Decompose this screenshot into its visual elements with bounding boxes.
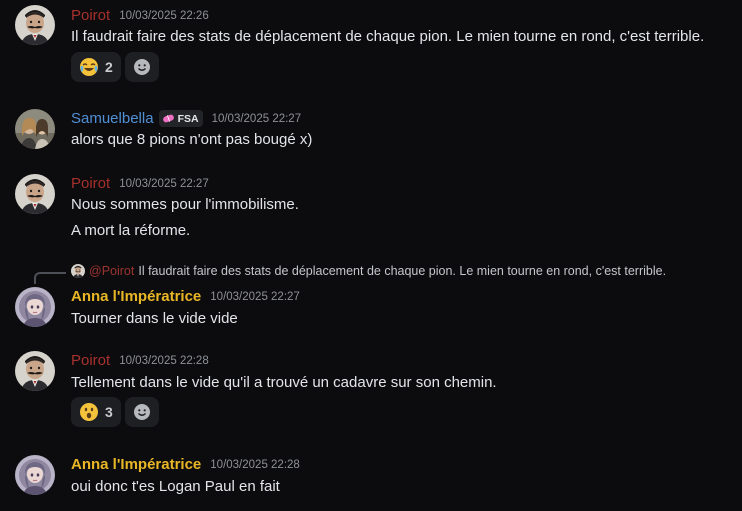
reply-text: Il faudrait faire des stats de déplaceme… (138, 264, 667, 278)
poirot-mini-avatar-icon (71, 264, 85, 278)
message-text: oui donc t'es Logan Paul en fait (71, 478, 280, 495)
author-name[interactable]: Anna l'Impératrice (71, 288, 201, 305)
reply-preview[interactable]: @Poirot Il faudrait faire des stats de d… (71, 264, 666, 278)
timestamp: 10/03/2025 22:27 (211, 112, 302, 125)
reaction-count: 3 (105, 404, 113, 420)
author-name[interactable]: Poirot (71, 352, 110, 369)
avatar[interactable] (15, 351, 55, 391)
message-text: Tellement dans le vide qu'il a trouvé un… (71, 374, 497, 391)
pill-icon (162, 114, 174, 123)
message-text: Il faudrait faire des stats de déplaceme… (71, 28, 705, 45)
poirot-avatar-icon (15, 5, 55, 45)
avatar[interactable] (15, 455, 55, 495)
timestamp: 10/03/2025 22:27 (119, 177, 209, 190)
timestamp: 10/03/2025 22:26 (119, 9, 209, 22)
add-reaction-button[interactable] (124, 52, 159, 82)
message-text: A mort la réforme. (71, 222, 191, 239)
author-name[interactable]: Poirot (71, 175, 110, 192)
poirot-avatar-icon (15, 351, 55, 391)
add-reaction-icon (133, 59, 150, 75)
avatar[interactable] (15, 287, 55, 327)
poirot-avatar-icon (15, 174, 55, 214)
guild-tag-label: FSA (177, 112, 199, 125)
guild-tag[interactable]: FSA (158, 110, 203, 127)
reply-connector (34, 272, 66, 284)
avatar[interactable] (15, 109, 55, 149)
message-text: Tourner dans le vide vide (71, 310, 238, 327)
timestamp: 10/03/2025 22:28 (119, 354, 209, 367)
avatar[interactable] (15, 5, 55, 45)
author-name[interactable]: Samuelbella (71, 110, 154, 127)
message-text: Nous sommes pour l'immobilisme. (71, 196, 299, 213)
add-reaction-button[interactable] (124, 397, 159, 427)
samuelbella-avatar-icon (15, 109, 55, 149)
add-reaction-icon (133, 404, 150, 420)
timestamp: 10/03/2025 22:28 (210, 458, 300, 471)
joy-emoji-icon (80, 58, 98, 76)
anna-avatar-icon (15, 455, 55, 495)
message-text: alors que 8 pions n'ont pas bougé x) (71, 131, 313, 148)
anna-avatar-icon (15, 287, 55, 327)
reaction-button[interactable]: 2 (71, 52, 121, 82)
reaction-button[interactable]: 3 (71, 397, 121, 427)
reply-mention[interactable]: @Poirot (89, 264, 134, 278)
avatar[interactable] (15, 174, 55, 214)
author-name[interactable]: Anna l'Impératrice (71, 456, 201, 473)
reaction-count: 2 (105, 59, 113, 75)
timestamp: 10/03/2025 22:27 (210, 290, 300, 303)
astonished-emoji-icon (80, 403, 98, 421)
author-name[interactable]: Poirot (71, 7, 110, 24)
